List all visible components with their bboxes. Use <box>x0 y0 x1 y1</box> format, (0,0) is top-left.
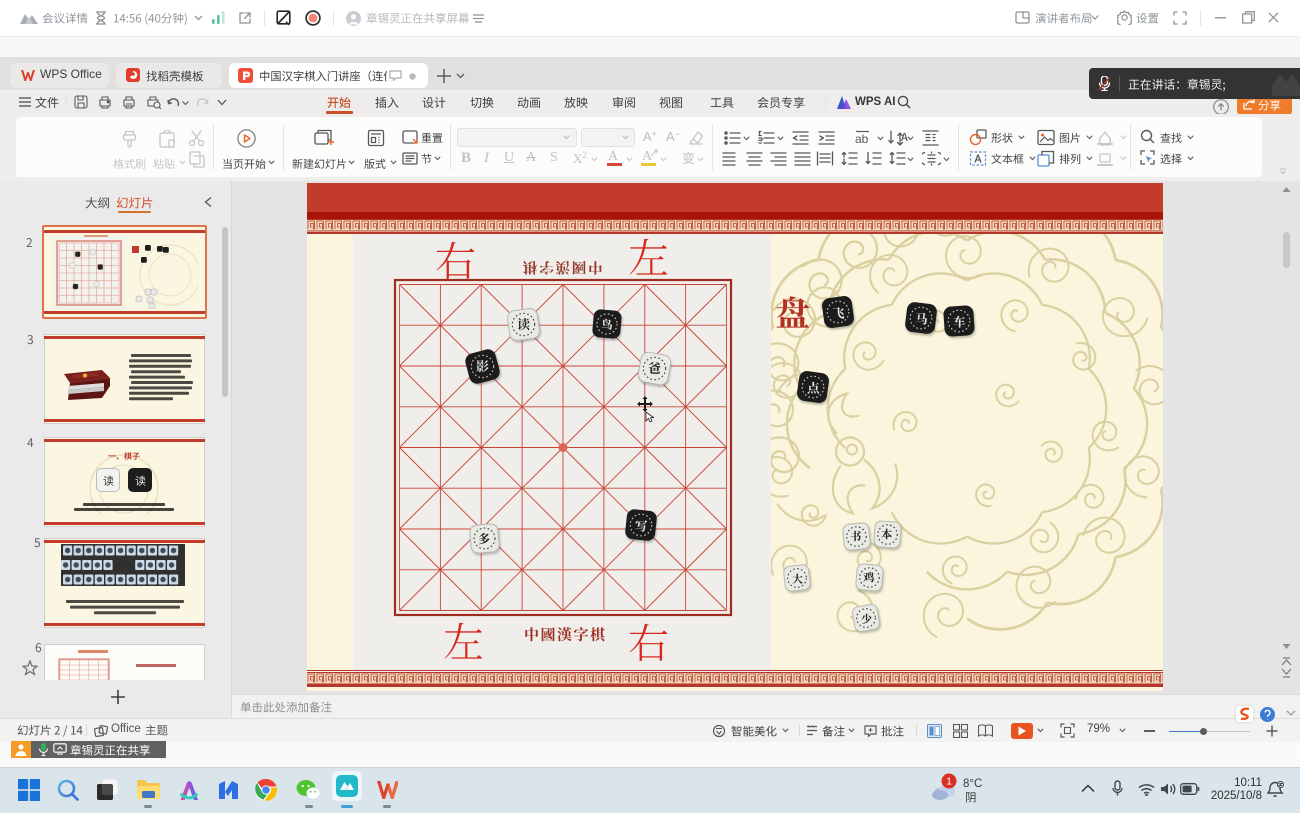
svg-text:ab: ab <box>855 132 869 146</box>
svg-text:1: 1 <box>946 777 952 788</box>
